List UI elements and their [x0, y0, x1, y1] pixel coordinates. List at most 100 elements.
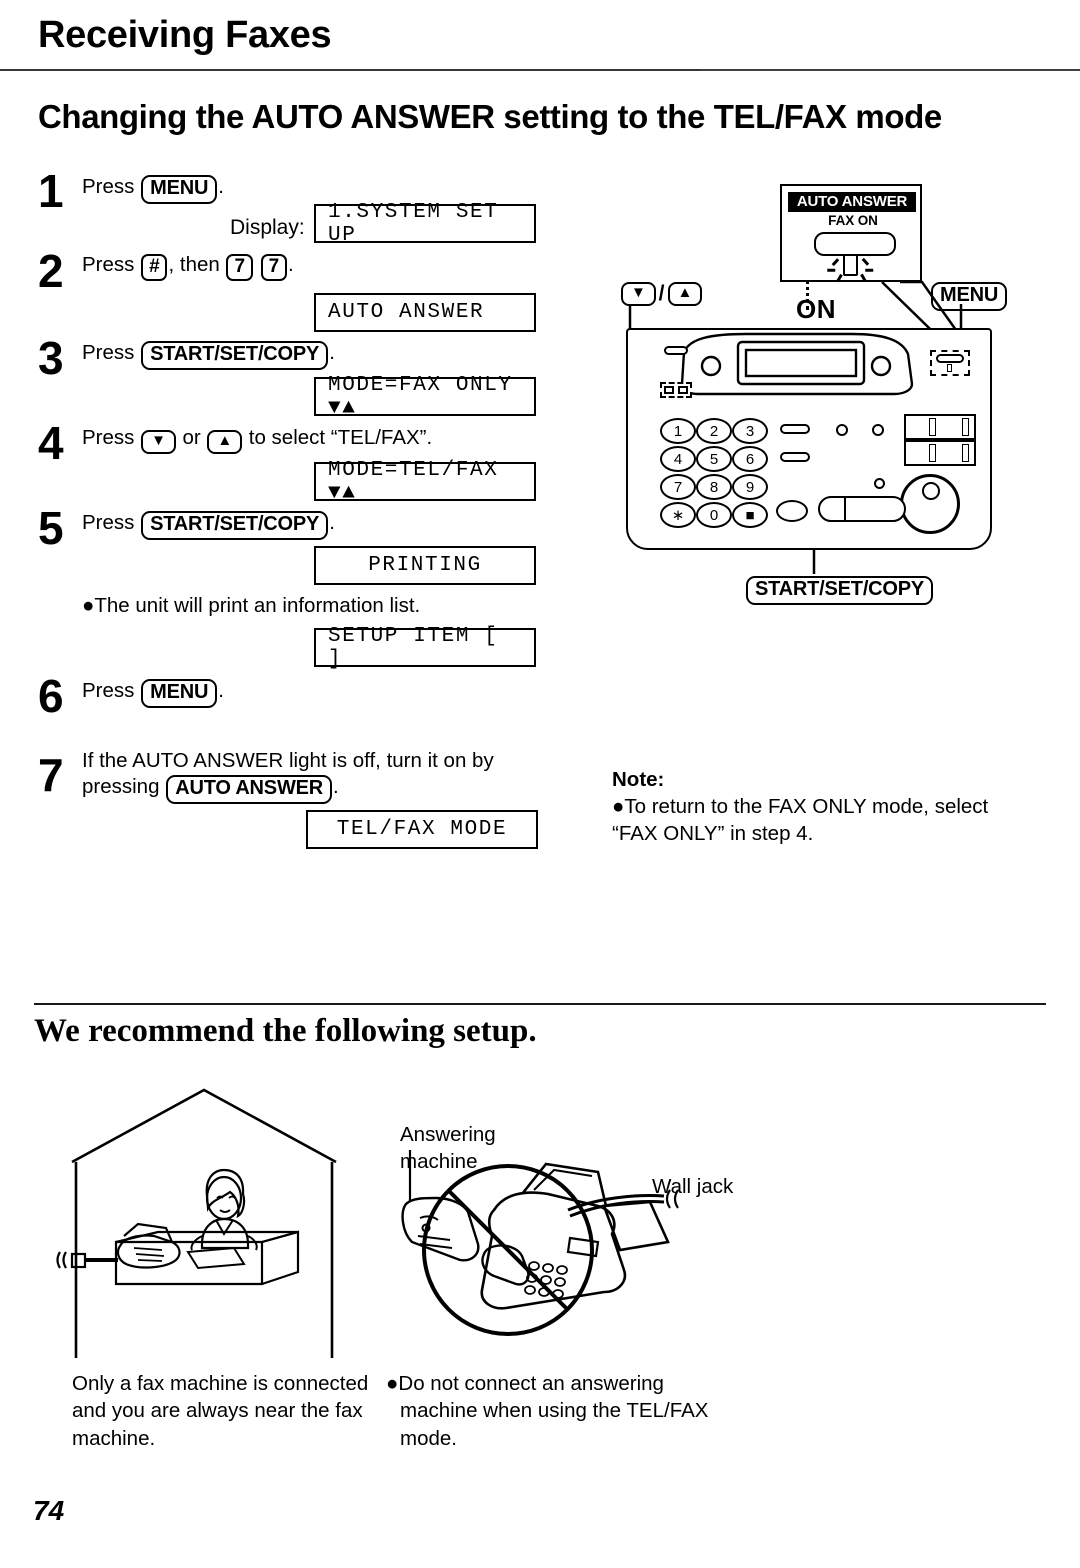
led-indicator-icon	[843, 254, 858, 276]
step-4-number: 4	[38, 417, 64, 469]
lcd-step-1: 1.SYSTEM SET UP	[314, 201, 536, 247]
keypad-key-3[interactable]: 3	[732, 418, 768, 444]
on-label: ON	[796, 294, 836, 324]
step-2-text-mid: , then	[168, 253, 220, 276]
led-ray-icon	[827, 268, 836, 272]
seven-key-b[interactable]: 7	[260, 254, 287, 282]
small-button-icon[interactable]	[872, 424, 884, 436]
step-7-line-2: pressing AUTO ANSWER.	[82, 774, 339, 804]
answering-machine-prohibited-illustration	[401, 1150, 679, 1336]
display-label: Display:	[230, 216, 305, 239]
keypad-key-4[interactable]: 4	[660, 446, 696, 472]
start-set-copy-key-step5[interactable]: START/SET/COPY	[141, 511, 329, 540]
start-set-copy-callout: START/SET/COPY	[745, 576, 934, 605]
step-4-text-after: to select “TEL/FAX”.	[248, 426, 433, 449]
lcd-step-5b: SETUP ITEM [ ]	[314, 625, 536, 671]
keypad-key-1[interactable]: 1	[660, 418, 696, 444]
menu-key-diagram[interactable]: MENU	[931, 282, 1008, 311]
arrow-down-key[interactable]: ▼	[141, 430, 176, 454]
note-block: Note: ●To return to the FAX ONLY mode, s…	[612, 768, 1012, 847]
step-5-text-after: .	[329, 511, 335, 534]
function-pill-icon[interactable]	[780, 424, 810, 434]
arrow-up-key-callout[interactable]: ▲	[667, 282, 703, 306]
auto-answer-badge: AUTO ANSWER	[788, 192, 916, 212]
step-3-text: Press START/SET/COPY.	[82, 340, 335, 370]
step-1-number: 1	[38, 165, 64, 217]
step-5-number: 5	[38, 502, 64, 554]
step-1-text: Press MENU.	[82, 174, 224, 204]
fax-machine-diagram: AUTO ANSWER FAX ON ON ▼ / ▲ MENU START/S…	[600, 178, 1060, 618]
arrow-down-key-callout[interactable]: ▼	[621, 282, 656, 306]
switch-nub-icon	[962, 418, 969, 436]
step-2-number: 2	[38, 245, 64, 297]
step-5-text: Press START/SET/COPY.	[82, 510, 335, 540]
keypad-key-2[interactable]: 2	[696, 418, 732, 444]
section-heading: Changing the AUTO ANSWER setting to the …	[38, 98, 942, 135]
caption-right: ●Do not connect an answering machine whe…	[386, 1370, 710, 1452]
led-ray-icon	[860, 273, 867, 283]
function-pill-icon[interactable]	[780, 452, 810, 462]
step-4-text-before: Press	[82, 426, 135, 449]
page-title: Receiving Faxes	[38, 14, 332, 56]
seven-key-a[interactable]: 7	[226, 254, 253, 282]
caption-left: Only a fax machine is connected and you …	[72, 1372, 369, 1450]
keypad-key-9[interactable]: 9	[732, 474, 768, 500]
start-set-copy-key-diagram[interactable]: START/SET/COPY	[746, 576, 934, 605]
step-3-number: 3	[38, 332, 64, 384]
keypad-key-6[interactable]: 6	[732, 446, 768, 472]
keypad-key-0[interactable]: 0	[696, 502, 732, 528]
step-6-text: Press MENU.	[82, 678, 224, 708]
menu-key-cap	[936, 354, 964, 363]
step-2-text: Press #, then 7 7.	[82, 252, 294, 282]
menu-key-stem	[947, 364, 952, 372]
keypad-key-8[interactable]: 8	[696, 474, 732, 500]
caption-right-bullet: ●	[386, 1372, 399, 1395]
led-ray-icon	[836, 273, 843, 283]
small-button-icon[interactable]	[874, 478, 885, 489]
auto-answer-key[interactable]: AUTO ANSWER	[166, 775, 333, 804]
arrow-up-key[interactable]: ▲	[207, 430, 243, 454]
house-setup-illustration	[56, 1088, 337, 1358]
oval-button-icon[interactable]	[776, 500, 808, 522]
auto-answer-callout: AUTO ANSWER FAX ON	[780, 184, 922, 283]
navigator-dial-center[interactable]	[922, 482, 940, 500]
step-6-text-before: Press	[82, 679, 135, 702]
step-7-line-1: If the AUTO ANSWER light is off, turn it…	[82, 749, 494, 772]
menu-key-callout: MENU	[930, 282, 1008, 311]
caption-right-text: Do not connect an answering machine when…	[398, 1372, 709, 1450]
small-button-icon[interactable]	[836, 424, 848, 436]
keypad-key-7[interactable]: 7	[660, 474, 696, 500]
led-ray-icon	[831, 258, 839, 266]
auto-answer-key-cap	[678, 386, 688, 394]
switch-nub-icon	[929, 444, 936, 462]
step-3-text-before: Press	[82, 341, 135, 364]
keypad-key-hash[interactable]: ■	[732, 502, 768, 528]
step-5-text-before: Press	[82, 511, 135, 534]
menu-key[interactable]: MENU	[141, 175, 218, 204]
slash-separator: /	[658, 282, 665, 305]
auto-answer-button-shape[interactable]	[814, 232, 896, 256]
arrow-keys-callout: ▼ / ▲	[620, 282, 703, 306]
switch-nub-icon	[929, 418, 936, 436]
keypad-key-5[interactable]: 5	[696, 446, 732, 472]
section-divider	[34, 1003, 1046, 1005]
step-6-number: 6	[38, 670, 64, 722]
keypad-key-star[interactable]: ∗	[660, 502, 696, 528]
step-4-text-mid: or	[182, 426, 201, 449]
auto-answer-key-led	[664, 386, 674, 394]
step-5-bullet: ●The unit will print an information list…	[82, 594, 421, 617]
led-ray-icon	[865, 268, 874, 272]
step-2-text-after: .	[287, 253, 294, 276]
button-split-line	[844, 496, 847, 522]
hash-key[interactable]: #	[141, 254, 168, 282]
start-set-copy-key-step3[interactable]: START/SET/COPY	[141, 341, 329, 370]
recommend-heading: We recommend the following setup.	[34, 1013, 537, 1049]
step-7-number: 7	[38, 749, 64, 801]
step-6-text-after: .	[218, 679, 224, 702]
start-set-copy-button[interactable]	[818, 496, 906, 522]
fax-on-label: FAX ON	[828, 213, 878, 228]
step-1-text-after: .	[218, 175, 224, 198]
menu-key-step6[interactable]: MENU	[141, 679, 218, 708]
manual-page: Receiving Faxes Changing the AUTO ANSWER…	[0, 0, 1080, 1568]
indicator-pill-icon	[664, 346, 688, 355]
